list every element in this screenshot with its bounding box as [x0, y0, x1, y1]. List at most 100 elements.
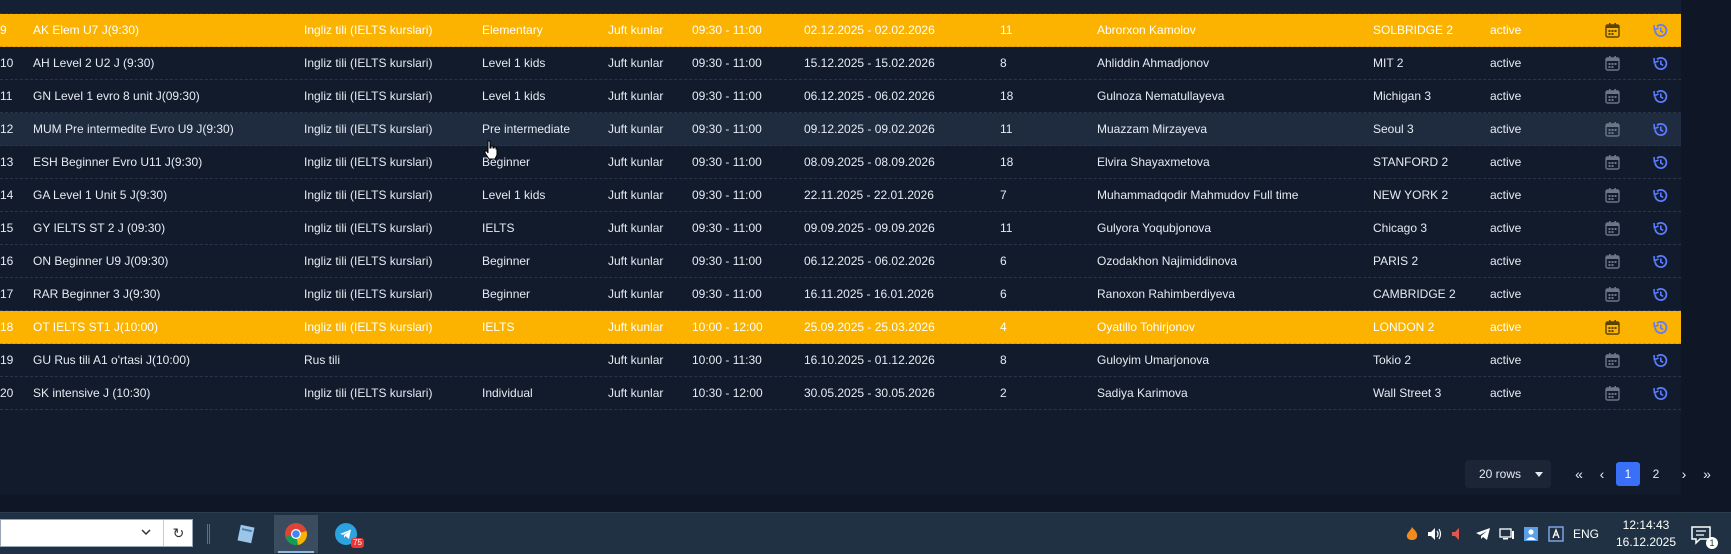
taskbar-search-box[interactable]: ↻: [0, 519, 193, 547]
history-icon[interactable]: [1652, 22, 1669, 39]
lesson-days: Juft kunlar: [608, 56, 664, 70]
lesson-days: Juft kunlar: [608, 353, 664, 367]
group-name[interactable]: MUM Pre intermedite Evro U9 J(9:30): [33, 122, 298, 136]
history-icon[interactable]: [1652, 319, 1669, 336]
status-text: active: [1490, 155, 1522, 169]
refresh-button[interactable]: ↻: [163, 520, 193, 546]
student-count: 18: [1000, 89, 1014, 103]
calendar-icon[interactable]: [1604, 253, 1621, 270]
course-level: Level 1 kids: [482, 56, 546, 70]
language-indicator[interactable]: ENG: [1570, 513, 1602, 554]
table-row[interactable]: 10 AH Level 2 U2 J (9:30) Ingliz tili (IEL…: [0, 47, 1681, 80]
room-name: CAMBRIDGE 2: [1373, 287, 1456, 301]
table-row[interactable]: 12 MUM Pre intermedite Evro U9 J(9:30) Ing…: [0, 113, 1681, 146]
history-icon[interactable]: [1652, 55, 1669, 72]
date-range: 02.12.2025 - 02.02.2026: [804, 23, 935, 37]
history-icon[interactable]: [1652, 121, 1669, 138]
teacher-name: Sadiya Karimova: [1097, 386, 1188, 400]
tray-network[interactable]: [1496, 513, 1518, 554]
table-row[interactable]: 18 OT IELTS ST1 J(10:00) Ingliz tili (IELT…: [0, 311, 1681, 344]
table-row[interactable]: 15 GY IELTS ST 2 J (09:30) Ingliz tili (IE…: [0, 212, 1681, 245]
table-row[interactable]: 17 RAR Beginner 3 J(9:30) Ingliz tili (IEL…: [0, 278, 1681, 311]
group-name[interactable]: GU Rus tili A1 o'rtasi J(10:00): [33, 353, 298, 367]
history-icon[interactable]: [1652, 154, 1669, 171]
calendar-icon[interactable]: [1604, 352, 1621, 369]
table-row[interactable]: 19 GU Rus tili A1 o'rtasi J(10:00) Rus til…: [0, 344, 1681, 377]
calendar-icon[interactable]: [1604, 187, 1621, 204]
rows-per-page-select[interactable]: 20 rows: [1465, 460, 1551, 488]
history-icon[interactable]: [1652, 253, 1669, 270]
chevron-down-icon[interactable]: [141, 528, 151, 536]
status-text: active: [1490, 221, 1522, 235]
room-name: Michigan 3: [1373, 89, 1432, 103]
table-row[interactable]: 20 SK intensive J (10:30) Ingliz tili (IEL…: [0, 377, 1681, 410]
tray-volume[interactable]: [1424, 513, 1446, 554]
course-subject: Ingliz tili (IELTS kurslari): [304, 320, 433, 334]
calendar-icon[interactable]: [1604, 220, 1621, 237]
tray-keyboard[interactable]: [1545, 513, 1567, 554]
lesson-time: 09:30 - 11:00: [692, 188, 762, 202]
group-name[interactable]: GN Level 1 evro 8 unit J(09:30): [33, 89, 298, 103]
lesson-time: 09:30 - 11:00: [692, 287, 762, 301]
calendar-icon[interactable]: [1604, 55, 1621, 72]
calendar-icon[interactable]: [1604, 121, 1621, 138]
table-row[interactable]: 16 ON Beginner U9 J(09:30) Ingliz tili (IE…: [0, 245, 1681, 278]
table-row[interactable]: 9 AK Elem U7 J(9:30) Ingliz tili (IELTS ku…: [0, 14, 1681, 47]
group-name[interactable]: AH Level 2 U2 J (9:30): [33, 56, 298, 70]
first-page-button[interactable]: «: [1569, 462, 1589, 486]
group-name[interactable]: AK Elem U7 J(9:30): [33, 23, 298, 37]
group-name[interactable]: RAR Beginner 3 J(9:30): [33, 287, 298, 301]
room-name: Chicago 3: [1373, 221, 1428, 235]
taskbar-separator: [207, 524, 210, 544]
lesson-time: 10:00 - 12:00: [692, 320, 763, 334]
history-icon[interactable]: [1652, 187, 1669, 204]
calendar-icon[interactable]: [1604, 154, 1621, 171]
last-page-button[interactable]: »: [1697, 462, 1717, 486]
calendar-icon[interactable]: [1604, 385, 1621, 402]
taskbar-app-telegram[interactable]: 75: [324, 515, 368, 553]
tray-firefox[interactable]: [1402, 513, 1422, 554]
taskbar-app-chrome[interactable]: [274, 515, 318, 553]
groups-table: 9 AK Elem U7 J(9:30) Ingliz tili (IELTS ku…: [0, 14, 1681, 410]
tray-telegram[interactable]: [1472, 513, 1494, 554]
taskbar-app-notes[interactable]: [224, 515, 268, 553]
course-subject: Ingliz tili (IELTS kurslari): [304, 89, 433, 103]
table-row[interactable]: 14 GA Level 1 Unit 5 J(9:30) Ingliz tili (…: [0, 179, 1681, 212]
lesson-days: Juft kunlar: [608, 89, 664, 103]
student-count: 8: [1000, 56, 1007, 70]
course-subject: Rus tili: [304, 353, 341, 367]
table-row[interactable]: 13 ESH Beginner Evro U11 J(9:30) Ingliz ti…: [0, 146, 1681, 179]
prev-page-button[interactable]: ‹: [1592, 462, 1612, 486]
history-icon[interactable]: [1652, 286, 1669, 303]
group-name[interactable]: GY IELTS ST 2 J (09:30): [33, 221, 298, 235]
history-icon[interactable]: [1652, 385, 1669, 402]
calendar-icon[interactable]: [1604, 22, 1621, 39]
history-icon[interactable]: [1652, 88, 1669, 105]
page-2-button[interactable]: 2: [1644, 462, 1668, 486]
page-1-button[interactable]: 1: [1616, 462, 1640, 486]
history-icon[interactable]: [1652, 352, 1669, 369]
clock-time: 12:14:43: [1622, 518, 1670, 532]
student-count: 2: [1000, 386, 1007, 400]
chrome-icon: [285, 523, 307, 546]
student-count: 11: [1000, 221, 1013, 235]
status-text: active: [1490, 122, 1522, 136]
group-name[interactable]: OT IELTS ST1 J(10:00): [33, 320, 298, 334]
taskbar-clock[interactable]: 12:14:43 16.12.2025: [1608, 517, 1684, 551]
table-row[interactable]: 11 GN Level 1 evro 8 unit J(09:30) Ingliz …: [0, 80, 1681, 113]
group-name[interactable]: ON Beginner U9 J(09:30): [33, 254, 298, 268]
calendar-icon[interactable]: [1604, 88, 1621, 105]
next-page-button[interactable]: ›: [1674, 462, 1694, 486]
course-level: Level 1 kids: [482, 89, 546, 103]
tray-user[interactable]: [1520, 513, 1542, 554]
group-name[interactable]: SK intensive J (10:30): [33, 386, 298, 400]
calendar-icon[interactable]: [1604, 319, 1621, 336]
calendar-icon[interactable]: [1604, 286, 1621, 303]
date-range: 08.09.2025 - 08.09.2026: [804, 155, 935, 169]
course-level: IELTS: [482, 320, 515, 334]
tray-mute[interactable]: [1447, 513, 1469, 554]
lesson-days: Juft kunlar: [608, 320, 664, 334]
group-name[interactable]: ESH Beginner Evro U11 J(9:30): [33, 155, 298, 169]
history-icon[interactable]: [1652, 220, 1669, 237]
group-name[interactable]: GA Level 1 Unit 5 J(9:30): [33, 188, 298, 202]
